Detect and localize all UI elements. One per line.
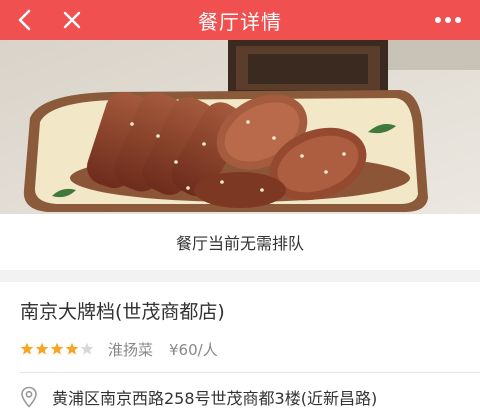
address-row[interactable]: 黄浦区南京西路258号世茂商都3楼(近新昌路) [20,383,377,411]
page-title: 餐厅详情 [198,9,282,34]
restaurant-meta: 淮扬菜 ¥60/人 [20,339,218,359]
more-dots-icon [435,17,461,23]
close-icon [63,11,81,29]
info-divider [20,372,480,373]
restaurant-photo-carousel[interactable] [0,40,480,214]
location-pin-icon [21,386,37,408]
back-button[interactable] [8,0,40,40]
address-text: 黄浦区南京西路258号世茂商都3楼(近新昌路) [52,389,378,408]
top-navigation-bar: 餐厅详情 [0,0,480,40]
close-button[interactable] [56,0,88,40]
star-icon [65,342,79,355]
queue-status-row: 餐厅当前无需排队 [0,214,480,270]
queue-status-text: 餐厅当前无需排队 [175,234,304,253]
star-icon [20,342,34,355]
more-button[interactable] [430,0,466,40]
star-icon [35,342,49,355]
section-divider [0,270,480,282]
restaurant-name: 南京大牌档(世茂商都店) [20,301,225,323]
star-icon [80,342,94,355]
cuisine-label: 淮扬菜 [108,340,154,359]
back-chevron-icon [18,9,31,31]
dish-photo [0,40,480,214]
star-rating [20,342,94,356]
star-icon [50,342,64,355]
average-price: ¥60/人 [169,340,218,359]
